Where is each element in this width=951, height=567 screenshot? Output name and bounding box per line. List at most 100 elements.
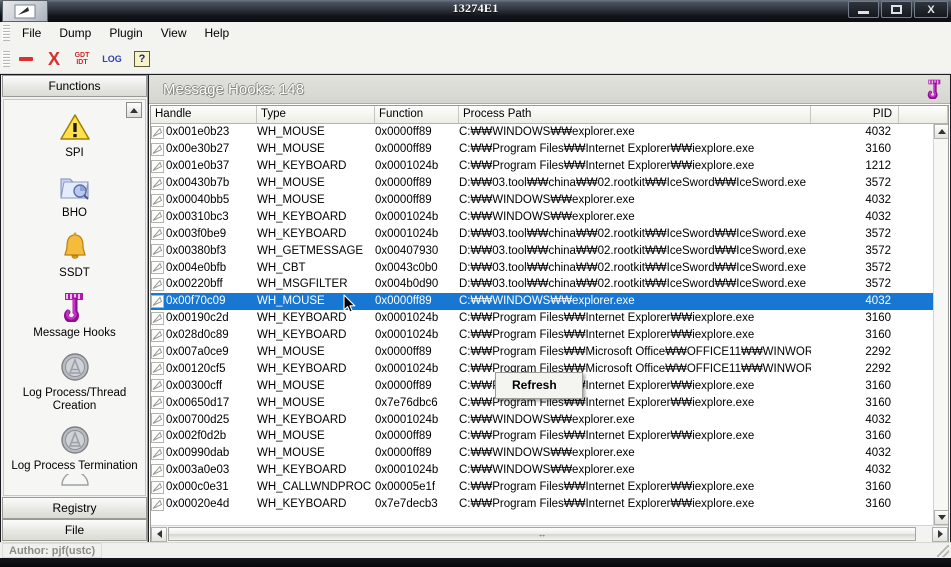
scroll-right-button[interactable]: [932, 526, 948, 542]
cell-function: 0x0000ff89: [375, 346, 432, 359]
table-row[interactable]: 0x00f70c09 WH_MOUSE 0x0000ff89 C:₩₩WINDOWS₩…: [151, 292, 933, 310]
table-row[interactable]: 0x028d0c89 WH_KEYBOARD 0x0001024b C:₩₩Progr…: [151, 327, 933, 344]
sidebar-section-registry[interactable]: Registry: [2, 497, 147, 519]
cell-function: 0x0001024b: [375, 210, 439, 223]
gdt-idt-button[interactable]: GDT IDT: [69, 47, 95, 71]
terminate-button[interactable]: X: [41, 47, 67, 71]
disable-button[interactable]: [13, 47, 39, 71]
scroll-left-button[interactable]: [151, 526, 167, 542]
cell-handle: 0x004e0bfb: [151, 261, 257, 275]
horizontal-scrollbar-thumb[interactable]: ↔: [168, 527, 916, 541]
app-icon[interactable]: [2, 0, 48, 22]
table-row[interactable]: 0x004e0bfb WH_CBT 0x0043c0b0 D:₩₩03.tool₩₩c…: [151, 259, 933, 276]
menu-item-file[interactable]: File: [13, 24, 50, 42]
table-row[interactable]: 0x000c0e31 WH_CALLWNDPROC 0x00005e1f C:₩₩Pr…: [151, 479, 933, 496]
cell-function: 0x0043c0b0: [375, 261, 438, 274]
sidebar-item-spi[interactable]: SPI: [4, 110, 145, 160]
table-row[interactable]: 0x003f0be9 WH_KEYBOARD 0x0001024b D:₩₩03.to…: [151, 225, 933, 242]
table-row[interactable]: 0x002f0d2b WH_MOUSE 0x0000ff89 C:₩₩Program …: [151, 428, 933, 445]
column-header-pid[interactable]: PID: [811, 106, 899, 123]
table-row[interactable]: 0x003a0e03 WH_KEYBOARD 0x0001024b C:₩₩WINDO…: [151, 462, 933, 479]
sidebar-item-partial[interactable]: [4, 474, 145, 486]
cell-type: WH_KEYBOARD: [257, 362, 347, 375]
table-row[interactable]: 0x00430b7b WH_MOUSE 0x0000ff89 D:₩₩03.tool₩…: [151, 175, 933, 192]
cell-pid: 1212: [865, 160, 891, 173]
process-thread-icon: [58, 350, 92, 384]
status-author: Author: pjf(ustc): [2, 543, 103, 558]
menu-item-dump[interactable]: Dump: [50, 24, 100, 42]
table-row[interactable]: 0x007a0ce9 WH_MOUSE 0x0000ff89 C:₩₩Program …: [151, 344, 933, 361]
table-row[interactable]: 0x00190c2d WH_KEYBOARD 0x0001024b C:₩₩Progr…: [151, 310, 933, 327]
hook-item-icon: [151, 227, 164, 241]
context-menu: Refresh: [495, 372, 583, 399]
cell-type: WH_KEYBOARD: [257, 464, 347, 477]
vertical-scrollbar[interactable]: [933, 124, 948, 525]
table-body[interactable]: 0x001e0b23 WH_MOUSE 0x0000ff89 C:₩₩WINDOWS₩…: [151, 124, 933, 525]
sidebar-item-log-process-thread-creation[interactable]: Log Process/Thread Creation: [4, 350, 145, 413]
table-row[interactable]: 0x00310bc3 WH_KEYBOARD 0x0001024b C:₩₩WINDO…: [151, 208, 933, 225]
sidebar-registry-label: Registry: [52, 501, 97, 515]
sidebar-section-functions[interactable]: Functions: [2, 75, 147, 97]
cell-function: 0x0001024b: [375, 160, 439, 173]
cell-process-path: C:₩₩Program Files₩₩Internet Explorer₩₩ie…: [459, 312, 755, 325]
menu-gripper[interactable]: [2, 24, 10, 41]
hook-item-icon: [151, 396, 164, 410]
table-row[interactable]: 0x00e30b27 WH_MOUSE 0x0000ff89 C:₩₩Program …: [151, 141, 933, 158]
table-row[interactable]: 0x00040bb5 WH_MOUSE 0x0000ff89 C:₩₩WINDOWS₩…: [151, 192, 933, 209]
cell-function: 0x0000ff89: [375, 194, 432, 206]
table-row[interactable]: 0x00020e4d WH_KEYBOARD 0x7e7decb3 C:₩₩Progr…: [151, 496, 933, 513]
column-header-function[interactable]: Function: [375, 106, 459, 123]
cell-pid: 3572: [865, 244, 891, 257]
sidebar-item-message-hooks[interactable]: Message Hooks: [4, 290, 145, 340]
hook-item-icon: [151, 379, 164, 393]
cell-pid: 2292: [865, 346, 891, 359]
column-header-process-path[interactable]: Process Path: [459, 106, 811, 123]
sidebar-scroll-up-button[interactable]: [126, 102, 142, 118]
hook-item-icon: [151, 244, 164, 258]
section-header: Message Hooks: 148: [149, 75, 950, 104]
sidebar-item-label: SSDT: [59, 267, 90, 279]
table-row[interactable]: 0x001e0b37 WH_KEYBOARD 0x0001024b C:₩₩Progr…: [151, 158, 933, 175]
help-button[interactable]: ?: [129, 47, 155, 71]
menu-item-view[interactable]: View: [152, 24, 196, 42]
resize-grip[interactable]: [937, 545, 949, 557]
maximize-button[interactable]: [881, 1, 912, 18]
handle-text: 0x002f0d2b: [166, 430, 227, 443]
handle-text: 0x00310bc3: [166, 210, 229, 223]
hook-item-icon: [151, 413, 164, 427]
menu-item-plugin[interactable]: Plugin: [100, 24, 151, 42]
sidebar-item-ssdt[interactable]: SSDT: [4, 230, 145, 280]
context-menu-item-refresh[interactable]: Refresh: [496, 376, 582, 395]
table-row[interactable]: 0x00220bff WH_MSGFILTER 0x004b0d90 D:₩₩03.t…: [151, 276, 933, 293]
minimize-button[interactable]: [848, 1, 879, 18]
sidebar-item-log-process-termination[interactable]: Log Process Termination: [4, 423, 145, 473]
table-row[interactable]: 0x00700d25 WH_KEYBOARD 0x0001024b C:₩₩WINDO…: [151, 411, 933, 428]
idt-label: IDT: [76, 58, 88, 66]
toolbar-gripper[interactable]: [2, 50, 10, 67]
cell-type: WH_MOUSE: [257, 379, 325, 392]
cell-pid: 3572: [865, 177, 891, 190]
menu-item-help[interactable]: Help: [196, 24, 239, 42]
scroll-up-button[interactable]: [934, 124, 948, 139]
close-button[interactable]: X: [914, 1, 948, 18]
handle-text: 0x00e30b27: [166, 143, 230, 156]
log-button[interactable]: LOG: [97, 47, 127, 71]
cell-handle: 0x00120cf5: [151, 362, 257, 376]
table-row[interactable]: 0x00990dab WH_MOUSE 0x0000ff89 C:₩₩WINDOWS₩…: [151, 445, 933, 462]
cell-pid: 2292: [865, 362, 891, 375]
table-row[interactable]: 0x001e0b23 WH_MOUSE 0x0000ff89 C:₩₩WINDOWS₩…: [151, 124, 933, 141]
cell-handle: 0x00430b7b: [151, 176, 257, 190]
hook-item-icon: [151, 311, 164, 325]
scrollbar-grip-icon: ↔: [537, 529, 547, 539]
hook-item-icon: [151, 345, 164, 359]
sidebar-item-bho[interactable]: BHO: [4, 170, 145, 220]
column-header-handle[interactable]: Handle: [151, 106, 257, 123]
sidebar-section-file[interactable]: File: [2, 519, 147, 541]
column-header-type[interactable]: Type: [257, 106, 375, 123]
hook-item-icon: [151, 125, 164, 139]
cell-pid: 3572: [865, 261, 891, 274]
horizontal-scrollbar[interactable]: ↔: [151, 525, 948, 542]
scroll-down-button[interactable]: [934, 510, 948, 525]
app-icon-glyph: [14, 4, 36, 18]
table-row[interactable]: 0x00380bf3 WH_GETMESSAGE 0x00407930 D:₩₩03.…: [151, 242, 933, 259]
